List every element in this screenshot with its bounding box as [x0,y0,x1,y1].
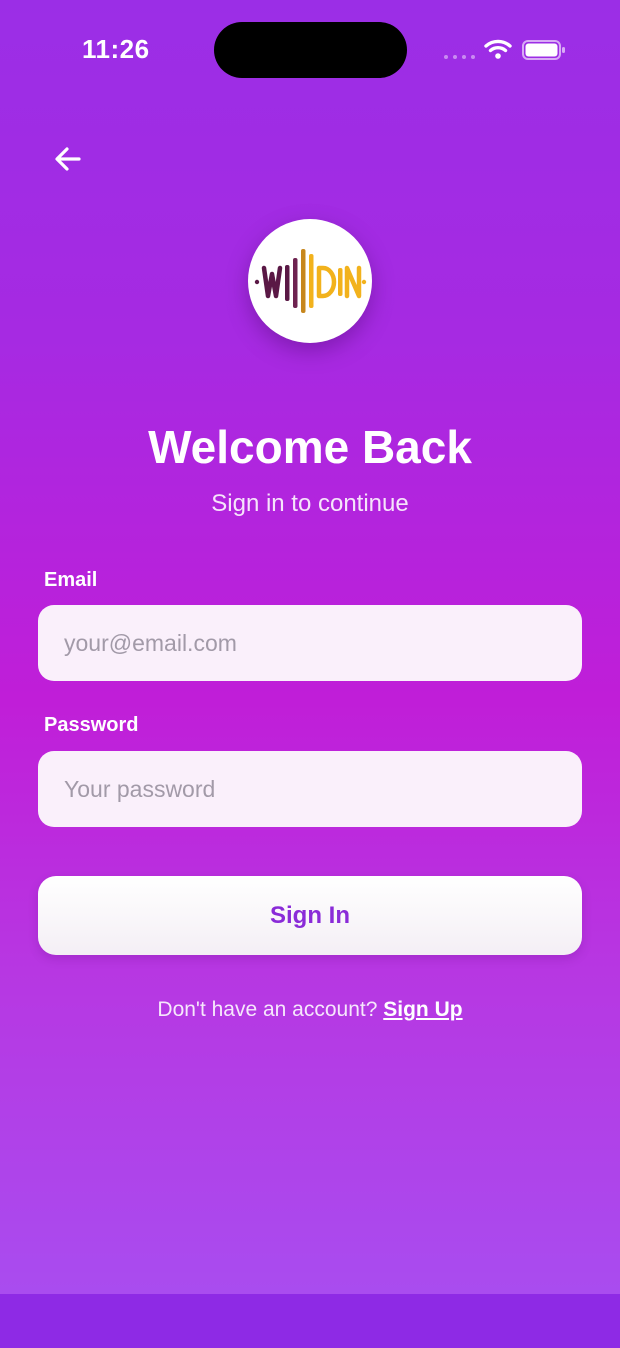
wifi-icon [484,39,512,59]
password-input[interactable] [38,751,582,827]
bottom-bar [0,1294,620,1348]
signup-prompt-text: Don't have an account? [157,998,378,1021]
sign-in-button[interactable]: Sign In [38,876,582,955]
email-label: Email [44,569,98,591]
email-input[interactable] [38,605,582,681]
logo-mark [254,249,367,313]
page-subtitle: Sign in to continue [211,490,409,517]
status-time: 11:26 [82,34,150,64]
dynamic-island [214,22,407,78]
sign-up-link[interactable]: Sign Up [383,998,462,1021]
cellular-signal-icon [444,55,475,59]
battery-icon [522,40,565,60]
arrow-left-icon [55,147,81,171]
password-label: Password [44,714,139,736]
page-title: Welcome Back [148,421,472,473]
signup-prompt: Don't have an account? Sign Up [0,998,620,1022]
sign-in-screen: 11:26 Welcome Back Sign in to continue E… [0,0,620,1348]
back-button[interactable] [44,136,92,182]
app-logo [248,219,372,343]
